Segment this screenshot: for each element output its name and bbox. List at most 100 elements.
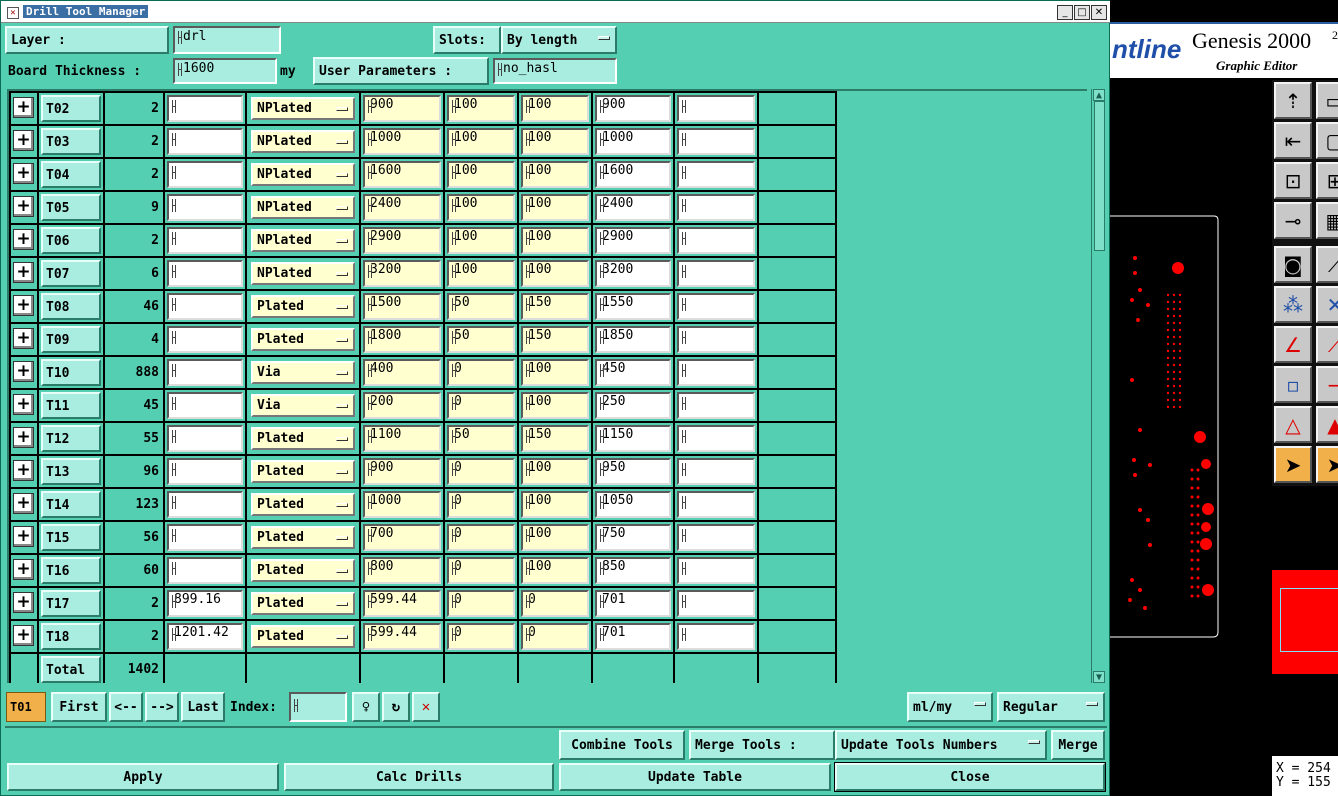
tool-button[interactable]: T07 bbox=[41, 260, 101, 287]
final-size-input[interactable]: 1850 bbox=[595, 326, 671, 353]
plating-dropdown[interactable]: Plated bbox=[251, 526, 355, 549]
expand-icon[interactable]: + bbox=[13, 559, 34, 580]
finish-size-input[interactable]: 1201.42 bbox=[167, 623, 243, 650]
drill-size-input[interactable]: 200 bbox=[363, 392, 441, 419]
expand-icon[interactable]: + bbox=[13, 262, 34, 283]
index-input[interactable] bbox=[289, 692, 347, 722]
measure-icon[interactable]: ⊸ bbox=[1274, 202, 1312, 239]
finish-size-input[interactable] bbox=[167, 458, 243, 485]
expand-icon[interactable]: + bbox=[13, 163, 34, 184]
prev-button[interactable]: <-- bbox=[109, 692, 143, 722]
final-size-input[interactable]: 2900 bbox=[595, 227, 671, 254]
angle-icon[interactable]: ∠ bbox=[1274, 326, 1312, 363]
minus-icon[interactable]: − bbox=[1316, 366, 1338, 403]
tol-plus-input[interactable]: 100 bbox=[521, 194, 589, 221]
close-button[interactable]: Close bbox=[834, 762, 1106, 792]
tol-plus-input[interactable]: 100 bbox=[521, 95, 589, 122]
scroll-down-icon[interactable]: ▼ bbox=[1093, 671, 1105, 683]
finish-size-input[interactable] bbox=[167, 293, 243, 320]
final-size-input[interactable]: 950 bbox=[595, 458, 671, 485]
extra-input[interactable] bbox=[677, 260, 755, 287]
tol-minus-input[interactable]: 100 bbox=[447, 260, 515, 287]
grid-icon[interactable]: ▦ bbox=[1316, 202, 1338, 239]
tol-plus-input[interactable]: 100 bbox=[521, 128, 589, 155]
drill-size-input[interactable]: 599.44 bbox=[363, 590, 441, 617]
expand-icon[interactable]: + bbox=[13, 130, 34, 151]
last-button[interactable]: Last bbox=[181, 692, 225, 722]
plating-dropdown[interactable]: Plated bbox=[251, 295, 355, 318]
tol-plus-input[interactable]: 100 bbox=[521, 491, 589, 518]
finish-size-input[interactable] bbox=[167, 128, 243, 155]
plating-dropdown[interactable]: Via bbox=[251, 394, 355, 417]
snap-icon[interactable]: ⇡ bbox=[1274, 82, 1312, 119]
finish-size-input[interactable] bbox=[167, 227, 243, 254]
extra-input[interactable] bbox=[677, 557, 755, 584]
tol-minus-input[interactable]: 0 bbox=[447, 623, 515, 650]
tool-button[interactable]: T08 bbox=[41, 293, 101, 320]
final-size-input[interactable]: 2400 bbox=[595, 194, 671, 221]
tool-button[interactable]: T09 bbox=[41, 326, 101, 353]
tol-minus-input[interactable]: 100 bbox=[447, 227, 515, 254]
finish-size-input[interactable] bbox=[167, 491, 243, 518]
plating-dropdown[interactable]: NPlated bbox=[251, 130, 355, 153]
tool-button[interactable]: T18 bbox=[41, 623, 101, 650]
tol-plus-input[interactable]: 150 bbox=[521, 425, 589, 452]
expand-icon[interactable]: + bbox=[13, 97, 34, 118]
finish-size-input[interactable]: 899.16 bbox=[167, 590, 243, 617]
final-size-input[interactable]: 701 bbox=[595, 590, 671, 617]
tool-button[interactable]: T16 bbox=[41, 557, 101, 584]
drill-size-input[interactable]: 800 bbox=[363, 557, 441, 584]
tool-button[interactable]: T02 bbox=[41, 95, 101, 122]
calc-drills-button[interactable]: Calc Drills bbox=[284, 763, 554, 791]
update-table-button[interactable]: Update Table bbox=[559, 763, 831, 791]
lightbulb-icon[interactable]: ♀ bbox=[352, 692, 380, 722]
extra-input[interactable] bbox=[677, 524, 755, 551]
tol-minus-input[interactable]: 50 bbox=[447, 293, 515, 320]
tool-button[interactable]: T05 bbox=[41, 194, 101, 221]
extra-input[interactable] bbox=[677, 326, 755, 353]
triangle-icon[interactable]: △ bbox=[1274, 406, 1312, 443]
expand-icon[interactable]: + bbox=[13, 625, 34, 646]
tool-button[interactable]: T10 bbox=[41, 359, 101, 386]
expand-icon[interactable]: + bbox=[13, 394, 34, 415]
drill-size-input[interactable]: 1800 bbox=[363, 326, 441, 353]
tol-minus-input[interactable]: 0 bbox=[447, 491, 515, 518]
fit-icon[interactable]: ⊡ bbox=[1274, 162, 1312, 199]
tol-minus-input[interactable]: 100 bbox=[447, 161, 515, 188]
tol-minus-input[interactable]: 100 bbox=[447, 128, 515, 155]
finish-size-input[interactable] bbox=[167, 194, 243, 221]
tol-plus-input[interactable]: 0 bbox=[521, 623, 589, 650]
tool-button[interactable]: T15 bbox=[41, 524, 101, 551]
slope-icon[interactable]: ⟋ bbox=[1316, 326, 1338, 363]
pad-icon[interactable]: ◙ bbox=[1274, 246, 1312, 283]
tool-button[interactable]: T13 bbox=[41, 458, 101, 485]
plating-dropdown[interactable]: Plated bbox=[251, 592, 355, 615]
drill-size-input[interactable]: 1000 bbox=[363, 491, 441, 518]
board-thickness-input[interactable]: 1600 bbox=[173, 58, 277, 84]
tol-minus-input[interactable]: 0 bbox=[447, 359, 515, 386]
final-size-input[interactable]: 250 bbox=[595, 392, 671, 419]
combine-tools-button[interactable]: Combine Tools bbox=[559, 730, 685, 760]
drill-size-input[interactable]: 2400 bbox=[363, 194, 441, 221]
expand-icon[interactable]: + bbox=[13, 229, 34, 250]
apply-button[interactable]: Apply bbox=[7, 763, 279, 791]
plating-dropdown[interactable]: Via bbox=[251, 361, 355, 384]
drill-size-input[interactable]: 900 bbox=[363, 95, 441, 122]
tol-minus-input[interactable]: 50 bbox=[447, 425, 515, 452]
plating-dropdown[interactable]: NPlated bbox=[251, 196, 355, 219]
select-pointer-icon[interactable]: ➤ bbox=[1316, 446, 1338, 483]
next-button[interactable]: --> bbox=[145, 692, 179, 722]
plating-dropdown[interactable]: Plated bbox=[251, 559, 355, 582]
plating-dropdown[interactable]: Plated bbox=[251, 427, 355, 450]
final-size-input[interactable]: 3200 bbox=[595, 260, 671, 287]
extra-input[interactable] bbox=[677, 392, 755, 419]
final-size-input[interactable]: 1550 bbox=[595, 293, 671, 320]
finish-size-input[interactable] bbox=[167, 425, 243, 452]
finish-size-input[interactable] bbox=[167, 557, 243, 584]
drill-size-input[interactable]: 1600 bbox=[363, 161, 441, 188]
refresh-icon[interactable]: ↻ bbox=[382, 692, 410, 722]
plating-dropdown[interactable]: NPlated bbox=[251, 163, 355, 186]
drill-size-input[interactable]: 400 bbox=[363, 359, 441, 386]
tol-plus-input[interactable]: 100 bbox=[521, 260, 589, 287]
plating-dropdown[interactable]: NPlated bbox=[251, 262, 355, 285]
